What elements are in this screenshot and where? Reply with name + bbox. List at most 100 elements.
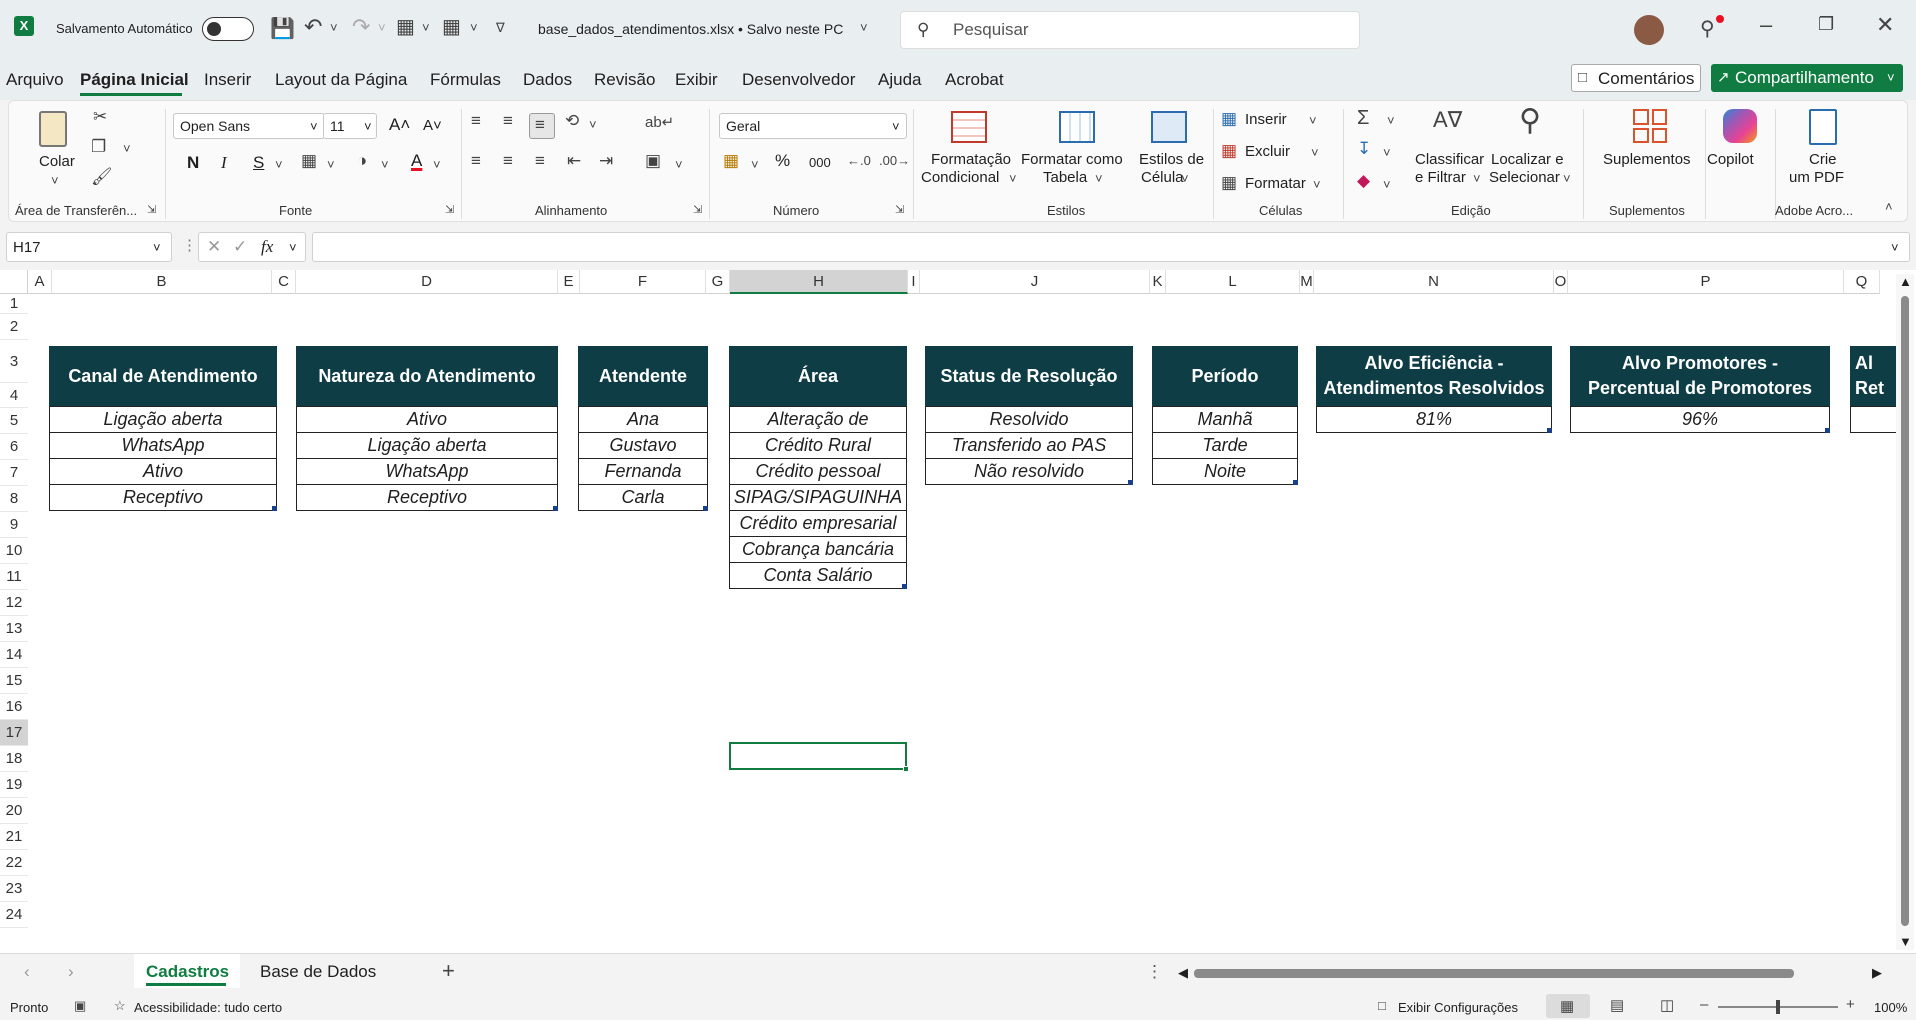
format-as-table-icon[interactable] bbox=[1059, 111, 1095, 143]
cut-icon[interactable]: ✂ bbox=[93, 107, 107, 127]
zoom-in-icon[interactable]: + bbox=[1846, 996, 1855, 1013]
column-header-l[interactable]: L bbox=[1166, 270, 1300, 294]
font-name-select[interactable]: Open Sans ˅ bbox=[173, 113, 325, 139]
borders-dropdown-icon[interactable]: ˅ bbox=[327, 157, 335, 172]
table-cell-atendente[interactable]: Fernanda bbox=[578, 458, 708, 485]
tab-acrobat[interactable]: Acrobat bbox=[945, 70, 1004, 90]
table-header-alvo-promotores[interactable]: Alvo Promotores - Percentual de Promotore… bbox=[1570, 346, 1830, 406]
more-icon[interactable]: ⋮ bbox=[182, 236, 197, 254]
row-header[interactable]: 20 bbox=[0, 798, 28, 824]
table-cell-canal[interactable]: Ligação aberta bbox=[49, 406, 277, 433]
table-cell-status[interactable]: Transferido ao PAS bbox=[925, 432, 1133, 459]
font-color-dropdown-icon[interactable]: ˅ bbox=[433, 157, 441, 172]
table-cell-natureza[interactable]: WhatsApp bbox=[296, 458, 558, 485]
row-header[interactable]: 8 bbox=[0, 486, 28, 512]
zoom-slider-thumb[interactable] bbox=[1776, 1000, 1780, 1014]
accessibility-icon[interactable]: ☆ bbox=[114, 998, 126, 1014]
scroll-left-icon[interactable]: ◀ bbox=[1178, 965, 1188, 981]
delete-cells-icon[interactable]: ▦ bbox=[1221, 141, 1237, 161]
horizontal-scrollbar[interactable]: ◀ ▶ bbox=[1174, 964, 1890, 982]
column-header-q[interactable]: Q bbox=[1844, 270, 1880, 294]
row-header[interactable]: 3 bbox=[0, 340, 28, 383]
filter-dropdown-icon[interactable]: ˅ bbox=[470, 20, 478, 35]
row-header[interactable]: 1 bbox=[0, 294, 28, 314]
tab-revisao[interactable]: Revisão bbox=[594, 70, 655, 90]
row-header[interactable]: 14 bbox=[0, 642, 28, 668]
cell-styles-icon[interactable] bbox=[1151, 111, 1187, 143]
fill-handle[interactable] bbox=[903, 766, 909, 772]
table-resize-handle[interactable] bbox=[272, 506, 277, 511]
merge-center-icon[interactable]: ▣ bbox=[645, 151, 661, 171]
expand-formula-icon[interactable]: ˅ bbox=[1891, 240, 1899, 255]
tab-layout-pagina[interactable]: Layout da Página bbox=[275, 70, 407, 90]
cell-styles-label-2[interactable]: Célula bbox=[1141, 169, 1184, 186]
column-header-e[interactable]: E bbox=[558, 270, 580, 294]
increase-indent-icon[interactable]: ⇥ bbox=[599, 151, 613, 171]
borders-icon[interactable]: ▦ bbox=[301, 151, 317, 171]
number-format-select[interactable]: Geral ˅ bbox=[719, 113, 907, 139]
target-value-alvo-promotores[interactable]: 96% bbox=[1570, 406, 1830, 433]
close-icon[interactable]: ✕ bbox=[1876, 12, 1894, 38]
sort-dropdown-icon[interactable]: ˅ bbox=[1473, 171, 1481, 186]
table-cell-area[interactable]: Alteração de bbox=[729, 406, 907, 433]
row-header[interactable]: 7 bbox=[0, 460, 28, 486]
find-select-icon[interactable]: ⚲ bbox=[1519, 103, 1541, 138]
create-pdf-icon[interactable] bbox=[1809, 109, 1837, 145]
share-button[interactable]: ↗ Compartilhamento ˅ bbox=[1711, 64, 1903, 92]
customize-qat-icon[interactable]: ∇ bbox=[496, 20, 505, 36]
table-header-periodo[interactable]: Período bbox=[1152, 346, 1298, 406]
align-center-icon[interactable]: ≡ bbox=[503, 151, 513, 171]
tab-inserir[interactable]: Inserir bbox=[204, 70, 251, 90]
align-right-icon[interactable]: ≡ bbox=[535, 151, 545, 171]
table-header-alvo-eficiencia[interactable]: Alvo Eficiência - Atendimentos Resolvidos bbox=[1316, 346, 1552, 406]
format-cells-label[interactable]: Formatar bbox=[1245, 175, 1306, 192]
cond-format-dropdown-icon[interactable]: ˅ bbox=[1009, 171, 1017, 186]
cancel-icon[interactable]: ✕ bbox=[207, 237, 221, 257]
align-middle-icon[interactable]: ≡ bbox=[503, 111, 513, 131]
add-sheet-icon[interactable]: + bbox=[442, 958, 455, 984]
conditional-format-icon[interactable] bbox=[951, 111, 987, 143]
table-resize-handle[interactable] bbox=[1825, 428, 1830, 433]
tab-arquivo[interactable]: Arquivo bbox=[6, 70, 64, 90]
lightbulb-icon[interactable]: ⚲ bbox=[1700, 16, 1715, 41]
create-pdf-label-1[interactable]: Crie bbox=[1809, 151, 1837, 168]
zoom-level[interactable]: 100% bbox=[1874, 1000, 1907, 1015]
underline-dropdown-icon[interactable]: ˅ bbox=[275, 157, 283, 172]
row-header[interactable]: 12 bbox=[0, 590, 28, 616]
format-painter-icon[interactable]: 🖌 bbox=[91, 167, 113, 187]
avatar[interactable] bbox=[1634, 15, 1664, 45]
format-cells-icon[interactable]: ▦ bbox=[1221, 173, 1237, 193]
restore-icon[interactable]: ❐ bbox=[1818, 14, 1834, 35]
insert-cells-label[interactable]: Inserir bbox=[1245, 111, 1287, 128]
tab-formulas[interactable]: Fórmulas bbox=[430, 70, 501, 90]
column-header-i[interactable]: I bbox=[908, 270, 920, 294]
table-cell-periodo[interactable]: Manhã bbox=[1152, 406, 1298, 433]
filter-table-icon[interactable]: ▦ bbox=[442, 14, 461, 39]
column-header-h[interactable]: H bbox=[730, 270, 908, 294]
scroll-up-icon[interactable]: ▲ bbox=[1899, 274, 1912, 289]
thousands-button[interactable]: 000 bbox=[809, 155, 831, 170]
table-cell-area[interactable]: Cobrança bancária bbox=[729, 536, 907, 563]
row-header[interactable]: 5 bbox=[0, 408, 28, 434]
find-label-2[interactable]: Selecionar bbox=[1489, 169, 1560, 186]
table-dropdown-icon[interactable]: ˅ bbox=[422, 20, 430, 35]
autosum-dropdown-icon[interactable]: ˅ bbox=[1387, 113, 1395, 128]
table-cell-atendente[interactable]: Ana bbox=[578, 406, 708, 433]
alignment-launcher-icon[interactable]: ⇲ bbox=[693, 203, 702, 216]
table-header-status[interactable]: Status de Resolução bbox=[925, 346, 1133, 406]
autosum-icon[interactable]: Σ bbox=[1357, 107, 1369, 130]
row-header[interactable]: 24 bbox=[0, 902, 28, 928]
row-header[interactable]: 10 bbox=[0, 538, 28, 564]
fill-color-icon[interactable]: ◑ bbox=[357, 151, 367, 171]
column-header-b[interactable]: B bbox=[52, 270, 272, 294]
copilot-icon[interactable] bbox=[1723, 109, 1757, 143]
shrink-font-icon[interactable]: A˅ bbox=[423, 117, 442, 134]
grow-font-icon[interactable]: A˄ bbox=[389, 115, 410, 135]
format-dropdown-icon[interactable]: ˅ bbox=[1313, 177, 1321, 192]
decrease-decimal-icon[interactable]: .00→ bbox=[879, 153, 910, 168]
minimize-icon[interactable]: – bbox=[1760, 12, 1772, 38]
sheet-tab-cadastros[interactable]: Cadastros bbox=[134, 954, 240, 988]
row-header[interactable]: 23 bbox=[0, 876, 28, 902]
column-header-n[interactable]: N bbox=[1314, 270, 1554, 294]
addins-icon[interactable] bbox=[1633, 109, 1667, 143]
